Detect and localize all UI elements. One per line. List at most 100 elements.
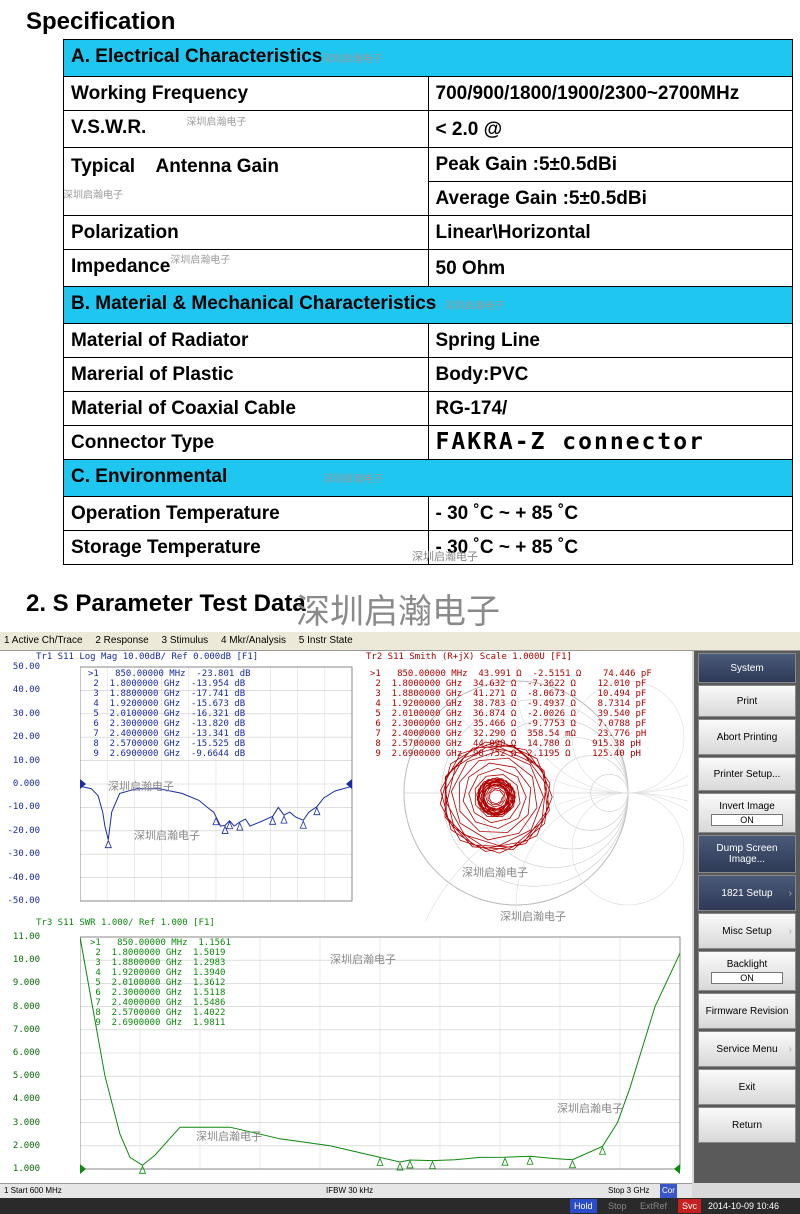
marker-readout: 2 1.8000000 GHz -13.954 dB — [88, 679, 246, 689]
spec-label: Storage Temperature — [63, 530, 429, 565]
watermark-text: 深圳启瀚电子 — [196, 1131, 262, 1143]
tick-label: -40.00 — [7, 872, 40, 883]
print-button[interactable]: Print — [698, 685, 796, 717]
section-title: B. Material & Mechanical Characteristics… — [63, 286, 793, 324]
menu-active-ch[interactable]: 1 Active Ch/Trace — [4, 635, 83, 646]
exit-button[interactable]: Exit — [698, 1069, 796, 1105]
spec-value: Linear\Horizontal — [427, 215, 793, 250]
start-freq: 1 Start 600 MHz — [4, 1186, 62, 1195]
system-button[interactable]: System — [698, 653, 796, 683]
marker-readout: 2 1.8000000 GHz 34.632 Ω -7.3622 Ω 12.01… — [370, 679, 647, 689]
marker-triangle — [428, 1160, 437, 1170]
watermark-text: 深圳启瀚电子 — [462, 867, 528, 879]
marker-readout: 4 1.9200000 GHz 38.783 Ω -9.4937 Ω 8.731… — [370, 699, 647, 709]
tick-label: 20.00 — [12, 732, 40, 743]
marker-readout: 2 1.8000000 GHz 1.5019 — [90, 948, 226, 958]
marker-triangle — [598, 1146, 607, 1155]
chevron-right-icon: › — [788, 925, 792, 937]
spec-label: Operation Temperature — [63, 496, 429, 531]
marker-triangle — [501, 1157, 509, 1166]
watermark-large: 深圳启瀚电子 — [296, 593, 500, 631]
tick-label: 30.00 — [12, 708, 40, 719]
marker-triangle — [104, 839, 112, 849]
clock: 2014-10-09 10:46 — [708, 1201, 780, 1211]
cor-badge: Cor — [660, 1184, 677, 1198]
tick-label: 3.000 — [12, 1117, 40, 1128]
marker-readout: 9 2.6900000 GHz 98.752 Ω 2.1195 Ω 125.40… — [370, 749, 641, 759]
backlight-button[interactable]: Backlight ON — [698, 951, 796, 991]
spec-value: < 2.0 @ — [427, 110, 793, 148]
marker-triangle — [236, 822, 244, 831]
marker-readout: 3 1.8800000 GHz 41.271 Ω -8.0673 Ω 10.49… — [370, 689, 647, 699]
watermark-text: 深圳启瀚电子 — [134, 830, 200, 842]
chevron-right-icon: › — [788, 887, 792, 899]
tick-label: 5.000 — [12, 1071, 40, 1082]
watermark-text: 深圳启瀚电子 — [412, 551, 478, 563]
spec-row: Typical Antenna Gain 深圳启瀚电子 Peak Gain :5±… — [63, 147, 793, 216]
watermark-text: 深圳启瀚电子 — [500, 911, 566, 923]
menu-mkr-analysis[interactable]: 4 Mkr/Analysis — [221, 635, 286, 646]
marker-readout: 3 1.8800000 GHz -17.741 dB — [88, 689, 246, 699]
service-menu-button[interactable]: Service Menu › — [698, 1031, 796, 1067]
spec-label: Working Frequency — [63, 76, 429, 111]
section-title: C. Environmental 深圳启瀚电子 — [63, 459, 793, 497]
marker-triangle — [299, 820, 307, 829]
spec-value: - 30 ˚C ~ + 85 ˚C — [427, 496, 793, 531]
task-bar: Hold Stop ExtRef Svc 2014-10-09 10:46 — [0, 1198, 800, 1214]
spec-row: Polarization Linear\Horizontal — [63, 215, 793, 250]
spec-value: Average Gain :5±0.5dBi — [427, 181, 793, 216]
spec-table: A. Electrical Characteristics深圳启瀚电子 Work… — [63, 39, 793, 565]
spec-label: Material of Radiator — [63, 323, 429, 358]
marker-readout: 8 2.5700000 GHz 44.090 Ω 14.780 Ω 915.38… — [370, 739, 641, 749]
section-row-electrical: A. Electrical Characteristics深圳启瀚电子 — [63, 39, 793, 77]
spec-label: Typical Antenna Gain 深圳启瀚电子 — [63, 147, 429, 216]
section-title: A. Electrical Characteristics深圳启瀚电子 — [63, 39, 793, 77]
menu-response[interactable]: 2 Response — [95, 635, 148, 646]
printer-setup-button[interactable]: Printer Setup... — [698, 757, 796, 791]
marker-readout: 5 2.0100000 GHz 1.3612 — [90, 978, 226, 988]
invert-image-button[interactable]: Invert Image ON — [698, 793, 796, 833]
service-menu-label: Service Menu — [716, 1043, 778, 1055]
chevron-right-icon: › — [788, 1043, 792, 1055]
tick-label: -50.00 — [7, 896, 40, 906]
tick-label: 4.000 — [12, 1094, 40, 1105]
abort-printing-button[interactable]: Abort Printing — [698, 719, 796, 755]
spec-row: Marerial of Plastic Body:PVC — [63, 357, 793, 392]
marker-readout: 4 1.9200000 GHz 1.3940 — [90, 968, 226, 978]
tick-label: 7.000 — [12, 1024, 40, 1035]
spec-row: Material of Coaxial Cable RG-174/ — [63, 391, 793, 426]
tick-label: -20.00 — [7, 825, 40, 836]
return-button[interactable]: Return — [698, 1107, 796, 1143]
marker-readout: 8 2.5700000 GHz 1.4022 — [90, 1008, 226, 1018]
tick-label: 6.000 — [12, 1048, 40, 1058]
spec-label: Impedance深圳启瀚电子 — [63, 249, 429, 287]
spec-row: Operation Temperature - 30 ˚C ~ + 85 ˚C — [63, 496, 793, 531]
ifbw: IFBW 30 kHz — [326, 1186, 374, 1195]
svc-badge: Svc — [678, 1199, 702, 1213]
marker-readout: 4 1.9200000 GHz -15.673 dB — [88, 699, 246, 709]
firmware-revision-button[interactable]: Firmware Revision — [698, 993, 796, 1029]
plot-area: Tr1 S11 Log Mag 10.00dB/ Ref 0.000dB [F1… — [0, 651, 692, 1183]
ref-arrow-icon — [674, 1164, 680, 1174]
marker-readout: 6 2.3000000 GHz 35.466 Ω -9.7753 Ω 7.078… — [370, 719, 647, 729]
spec-row: Connector Type FAKRA-Z connector — [63, 425, 793, 460]
marker-triangle — [138, 1165, 147, 1174]
setup-1821-button[interactable]: 1821 Setup › — [698, 875, 796, 911]
vna-menubar: 1 Active Ch/Trace 2 Response 3 Stimulus … — [0, 632, 800, 651]
marker-triangle — [280, 815, 288, 824]
spec-label: Connector Type — [63, 425, 429, 460]
watermark-text: 深圳启瀚电子 — [330, 954, 396, 966]
spec-value: 700/900/1800/1900/2300~2700MHz — [427, 76, 793, 111]
spec-row: Impedance深圳启瀚电子 50 Ohm — [63, 249, 793, 287]
dump-screen-button[interactable]: Dump Screen Image... — [698, 835, 796, 873]
watermark-text: 深圳启瀚电子 — [557, 1103, 623, 1115]
marker-readout: 9 2.6900000 GHz 1.9811 — [90, 1018, 226, 1028]
menu-instr-state[interactable]: 5 Instr State — [299, 635, 353, 646]
menu-stimulus[interactable]: 3 Stimulus — [162, 635, 209, 646]
misc-setup-button[interactable]: Misc Setup › — [698, 913, 796, 949]
invert-image-label: Invert Image — [719, 800, 775, 812]
marker-readout: 6 2.3000000 GHz 1.5118 — [90, 988, 226, 998]
section-row-mechanical: B. Material & Mechanical Characteristics… — [63, 286, 793, 324]
marker-readout: 7 2.4000000 GHz 1.5486 — [90, 998, 226, 1008]
tr3-marker-table: >1 850.00000 MHz 1.1561 2 1.8000000 GHz … — [90, 938, 231, 1028]
